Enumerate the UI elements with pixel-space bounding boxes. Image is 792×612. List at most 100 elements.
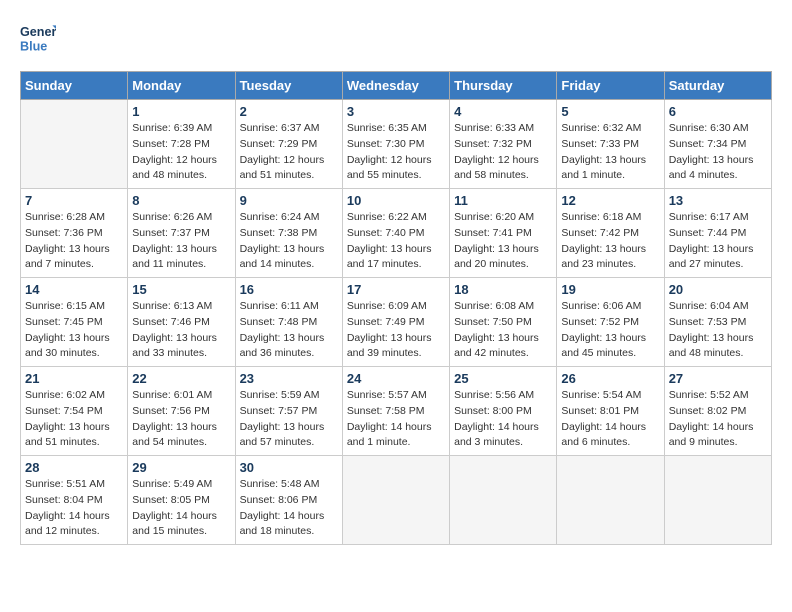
calendar-cell: 13Sunrise: 6:17 AMSunset: 7:44 PMDayligh… [664, 189, 771, 278]
weekday-header-thursday: Thursday [450, 72, 557, 100]
calendar-cell: 19 Sunrise: 6:06 AMSunset: 7:52 PMDayligh… [557, 278, 664, 367]
calendar-cell: 20 Sunrise: 6:04 AMSunset: 7:53 PMDayligh… [664, 278, 771, 367]
logo: General Blue [20, 20, 56, 56]
day-info: Sunrise: 5:57 AMSunset: 7:58 PMDaylight:… [347, 388, 445, 451]
svg-text:Blue: Blue [20, 40, 47, 54]
day-info: Sunrise: 6:35 AMSunset: 7:30 PMDaylight:… [347, 121, 445, 184]
calendar-cell: 18 Sunrise: 6:08 AMSunset: 7:50 PMDayligh… [450, 278, 557, 367]
calendar-cell: 21Sunrise: 6:02 AMSunset: 7:54 PMDayligh… [21, 367, 128, 456]
calendar-cell: 6 Sunrise: 6:30 AMSunset: 7:34 PMDaylight… [664, 100, 771, 189]
day-info: Sunrise: 6:01 AMSunset: 7:56 PMDaylight:… [132, 388, 230, 451]
day-number: 11 [454, 193, 552, 208]
day-number: 17 [347, 282, 445, 297]
day-info: Sunrise: 5:48 AMSunset: 8:06 PMDaylight:… [240, 477, 338, 540]
week-row-5: 28 Sunrise: 5:51 AMSunset: 8:04 PMDayligh… [21, 456, 772, 545]
calendar-cell: 10 Sunrise: 6:22 AMSunset: 7:40 PMDayligh… [342, 189, 449, 278]
day-number: 26 [561, 371, 659, 386]
day-number: 20 [669, 282, 767, 297]
header: General Blue [20, 20, 772, 56]
weekday-header-wednesday: Wednesday [342, 72, 449, 100]
day-info: Sunrise: 6:32 AMSunset: 7:33 PMDaylight:… [561, 121, 659, 184]
page: General Blue SundayMondayTuesdayWednesda… [0, 0, 792, 565]
day-number: 12 [561, 193, 659, 208]
day-info: Sunrise: 6:33 AMSunset: 7:32 PMDaylight:… [454, 121, 552, 184]
day-info: Sunrise: 5:56 AMSunset: 8:00 PMDaylight:… [454, 388, 552, 451]
calendar-cell: 17Sunrise: 6:09 AMSunset: 7:49 PMDayligh… [342, 278, 449, 367]
day-info: Sunrise: 6:26 AMSunset: 7:37 PMDaylight:… [132, 210, 230, 273]
day-number: 13 [669, 193, 767, 208]
day-number: 8 [132, 193, 230, 208]
calendar-cell: 12 Sunrise: 6:18 AMSunset: 7:42 PMDayligh… [557, 189, 664, 278]
day-number: 7 [25, 193, 123, 208]
calendar-cell: 25Sunrise: 5:56 AMSunset: 8:00 PMDayligh… [450, 367, 557, 456]
weekday-header-row: SundayMondayTuesdayWednesdayThursdayFrid… [21, 72, 772, 100]
day-number: 3 [347, 104, 445, 119]
day-number: 4 [454, 104, 552, 119]
day-number: 5 [561, 104, 659, 119]
day-info: Sunrise: 5:49 AMSunset: 8:05 PMDaylight:… [132, 477, 230, 540]
day-number: 27 [669, 371, 767, 386]
day-number: 10 [347, 193, 445, 208]
day-info: Sunrise: 6:24 AMSunset: 7:38 PMDaylight:… [240, 210, 338, 273]
day-number: 22 [132, 371, 230, 386]
day-info: Sunrise: 6:30 AMSunset: 7:34 PMDaylight:… [669, 121, 767, 184]
day-number: 1 [132, 104, 230, 119]
day-info: Sunrise: 6:11 AMSunset: 7:48 PMDaylight:… [240, 299, 338, 362]
day-info: Sunrise: 6:37 AMSunset: 7:29 PMDaylight:… [240, 121, 338, 184]
calendar-cell: 30 Sunrise: 5:48 AMSunset: 8:06 PMDayligh… [235, 456, 342, 545]
calendar-cell: 29 Sunrise: 5:49 AMSunset: 8:05 PMDayligh… [128, 456, 235, 545]
day-number: 2 [240, 104, 338, 119]
calendar-cell [450, 456, 557, 545]
day-number: 24 [347, 371, 445, 386]
calendar-cell: 1Sunrise: 6:39 AMSunset: 7:28 PMDaylight… [128, 100, 235, 189]
day-number: 16 [240, 282, 338, 297]
week-row-3: 14Sunrise: 6:15 AMSunset: 7:45 PMDayligh… [21, 278, 772, 367]
day-info: Sunrise: 6:13 AMSunset: 7:46 PMDaylight:… [132, 299, 230, 362]
calendar-cell: 8 Sunrise: 6:26 AMSunset: 7:37 PMDaylight… [128, 189, 235, 278]
calendar-cell: 9 Sunrise: 6:24 AMSunset: 7:38 PMDaylight… [235, 189, 342, 278]
calendar-cell: 4 Sunrise: 6:33 AMSunset: 7:32 PMDaylight… [450, 100, 557, 189]
weekday-header-tuesday: Tuesday [235, 72, 342, 100]
day-info: Sunrise: 5:59 AMSunset: 7:57 PMDaylight:… [240, 388, 338, 451]
calendar-cell [21, 100, 128, 189]
day-number: 23 [240, 371, 338, 386]
calendar-cell: 28 Sunrise: 5:51 AMSunset: 8:04 PMDayligh… [21, 456, 128, 545]
day-number: 18 [454, 282, 552, 297]
day-number: 19 [561, 282, 659, 297]
day-info: Sunrise: 6:20 AMSunset: 7:41 PMDaylight:… [454, 210, 552, 273]
calendar-cell [664, 456, 771, 545]
day-info: Sunrise: 6:08 AMSunset: 7:50 PMDaylight:… [454, 299, 552, 362]
calendar-table: SundayMondayTuesdayWednesdayThursdayFrid… [20, 71, 772, 545]
calendar-cell: 24 Sunrise: 5:57 AMSunset: 7:58 PMDayligh… [342, 367, 449, 456]
day-number: 30 [240, 460, 338, 475]
calendar-cell: 14Sunrise: 6:15 AMSunset: 7:45 PMDayligh… [21, 278, 128, 367]
day-number: 6 [669, 104, 767, 119]
calendar-cell: 15 Sunrise: 6:13 AMSunset: 7:46 PMDayligh… [128, 278, 235, 367]
day-info: Sunrise: 6:28 AMSunset: 7:36 PMDaylight:… [25, 210, 123, 273]
weekday-header-friday: Friday [557, 72, 664, 100]
day-info: Sunrise: 6:22 AMSunset: 7:40 PMDaylight:… [347, 210, 445, 273]
day-info: Sunrise: 6:18 AMSunset: 7:42 PMDaylight:… [561, 210, 659, 273]
day-number: 28 [25, 460, 123, 475]
calendar-cell [342, 456, 449, 545]
day-info: Sunrise: 6:06 AMSunset: 7:52 PMDaylight:… [561, 299, 659, 362]
svg-text:General: General [20, 25, 56, 39]
weekday-header-sunday: Sunday [21, 72, 128, 100]
day-number: 15 [132, 282, 230, 297]
day-info: Sunrise: 6:04 AMSunset: 7:53 PMDaylight:… [669, 299, 767, 362]
calendar-cell: 27Sunrise: 5:52 AMSunset: 8:02 PMDayligh… [664, 367, 771, 456]
calendar-cell: 22 Sunrise: 6:01 AMSunset: 7:56 PMDayligh… [128, 367, 235, 456]
calendar-cell: 23 Sunrise: 5:59 AMSunset: 7:57 PMDayligh… [235, 367, 342, 456]
day-number: 9 [240, 193, 338, 208]
day-info: Sunrise: 6:15 AMSunset: 7:45 PMDaylight:… [25, 299, 123, 362]
day-info: Sunrise: 6:02 AMSunset: 7:54 PMDaylight:… [25, 388, 123, 451]
calendar-cell: 11 Sunrise: 6:20 AMSunset: 7:41 PMDayligh… [450, 189, 557, 278]
weekday-header-monday: Monday [128, 72, 235, 100]
weekday-header-saturday: Saturday [664, 72, 771, 100]
day-info: Sunrise: 5:51 AMSunset: 8:04 PMDaylight:… [25, 477, 123, 540]
calendar-cell: 2 Sunrise: 6:37 AMSunset: 7:29 PMDaylight… [235, 100, 342, 189]
calendar-cell: 7 Sunrise: 6:28 AMSunset: 7:36 PMDaylight… [21, 189, 128, 278]
calendar-cell: 3 Sunrise: 6:35 AMSunset: 7:30 PMDaylight… [342, 100, 449, 189]
day-number: 29 [132, 460, 230, 475]
calendar-cell: 16 Sunrise: 6:11 AMSunset: 7:48 PMDayligh… [235, 278, 342, 367]
